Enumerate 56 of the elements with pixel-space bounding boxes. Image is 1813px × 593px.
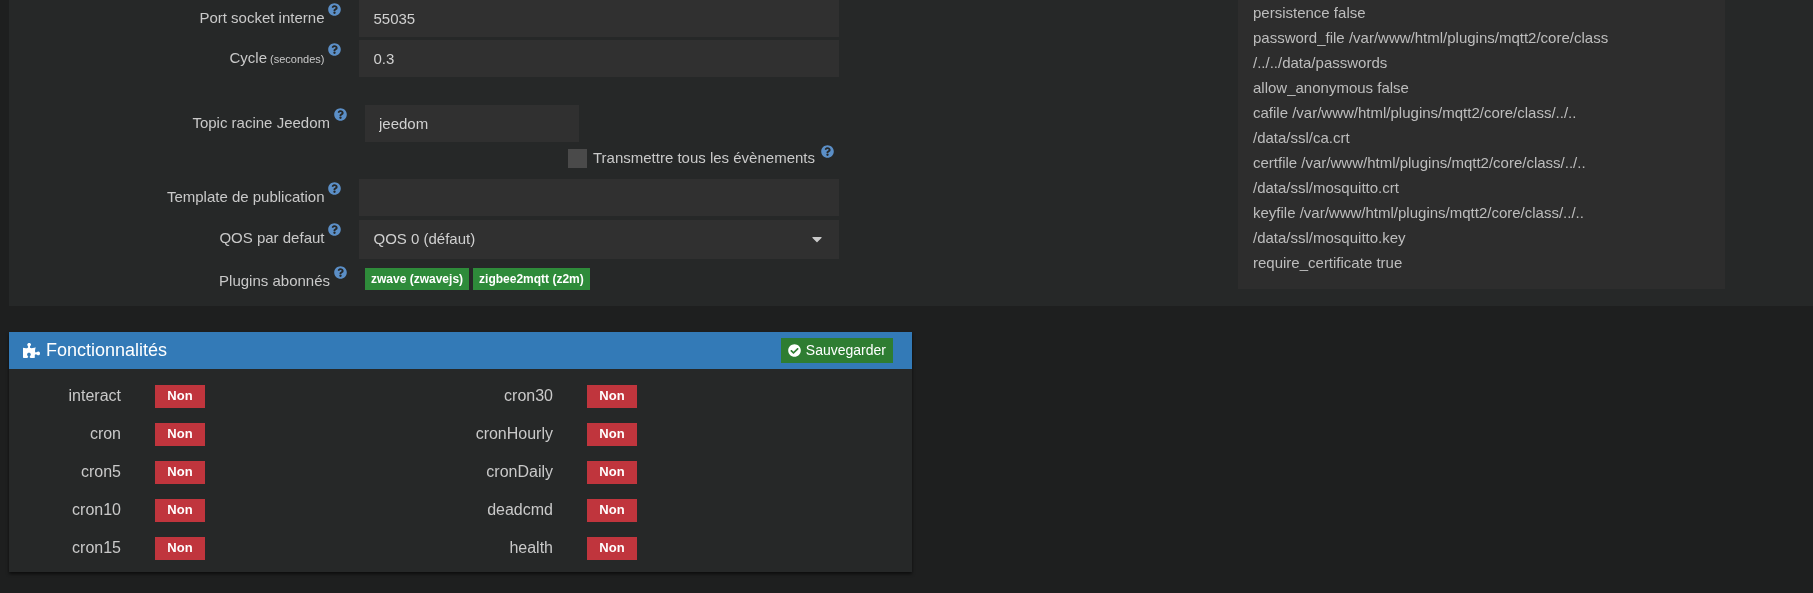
config-line: keyfile /var/www/html/plugins/mqtt2/core/class/../.. xyxy=(1253,203,1585,223)
plugin-tag: zigbee2mqtt (z2m) xyxy=(473,267,590,290)
text-field[interactable]: 55035 xyxy=(359,0,839,37)
help-icon[interactable] xyxy=(334,108,347,121)
feature-name: health xyxy=(508,538,553,558)
feature-name: cron xyxy=(88,424,121,444)
field-label: Template de publication xyxy=(166,186,325,207)
config-line: password_file /var/www/html/plugins/mqtt2/core/class xyxy=(1253,28,1610,48)
status-badge: Non xyxy=(155,536,205,560)
help-icon[interactable] xyxy=(328,181,342,195)
field-label: QOS par defaut xyxy=(219,227,325,248)
config-line: /../../data/passwords xyxy=(1253,53,1389,73)
puzzle-icon xyxy=(23,342,40,359)
plugin-tag: zwave (zwavejs) xyxy=(365,267,470,290)
status-badge: Non xyxy=(155,384,205,408)
field-label: Port socket interne xyxy=(199,8,325,28)
feature-name: cron30 xyxy=(503,386,553,406)
check-icon xyxy=(787,344,801,357)
text-field[interactable]: 0.3 xyxy=(359,40,839,77)
checkbox[interactable] xyxy=(567,148,587,168)
config-line: cafile /var/www/html/plugins/mqtt2/core/class/../.. xyxy=(1253,103,1578,123)
panel-title: Fonctionnalités xyxy=(46,339,168,362)
help-icon[interactable] xyxy=(821,145,834,158)
status-badge: Non xyxy=(155,498,205,522)
help-icon[interactable] xyxy=(328,3,342,16)
config-line: allow_anonymous false xyxy=(1253,78,1410,98)
checkbox-label: Transmettre tous les évènements xyxy=(592,148,815,168)
config-line: /data/ssl/mosquitto.crt xyxy=(1253,178,1400,198)
status-badge: Non xyxy=(587,498,637,522)
status-badge: Non xyxy=(155,422,205,446)
feature-name: cron10 xyxy=(71,500,121,520)
field-label: Plugins abonnés xyxy=(219,270,330,291)
status-badge: Non xyxy=(587,384,637,408)
config-line: require_certificate true xyxy=(1253,253,1404,273)
config-line: /data/ssl/mosquitto.key xyxy=(1253,228,1407,248)
feature-name: deadcmd xyxy=(486,500,553,520)
status-badge: Non xyxy=(155,460,205,484)
status-badge: Non xyxy=(587,460,637,484)
config-line: /data/ssl/ca.crt xyxy=(1253,128,1351,148)
help-icon[interactable] xyxy=(334,265,347,279)
save-button[interactable]: Sauvegarder xyxy=(780,338,893,363)
status-badge: Non xyxy=(587,422,637,446)
config-line: certfile /var/www/html/plugins/mqtt2/core/class/../.. xyxy=(1253,153,1587,173)
qos-select[interactable]: QOS 0 (défaut) xyxy=(359,219,839,259)
feature-name: cron5 xyxy=(79,462,121,482)
feature-name: cronHourly xyxy=(474,424,553,444)
text-field[interactable]: jeedom xyxy=(365,105,579,142)
help-icon[interactable] xyxy=(328,222,342,236)
feature-name: cronDaily xyxy=(485,462,553,482)
feature-name: interact xyxy=(67,386,121,406)
field-label: Cycle (secondes) xyxy=(229,48,325,68)
field-label: Topic racine Jeedom xyxy=(192,113,330,133)
config-line: persistence false xyxy=(1253,3,1367,23)
feature-name: cron15 xyxy=(71,538,121,558)
status-badge: Non xyxy=(587,536,637,560)
help-icon[interactable] xyxy=(328,43,342,56)
